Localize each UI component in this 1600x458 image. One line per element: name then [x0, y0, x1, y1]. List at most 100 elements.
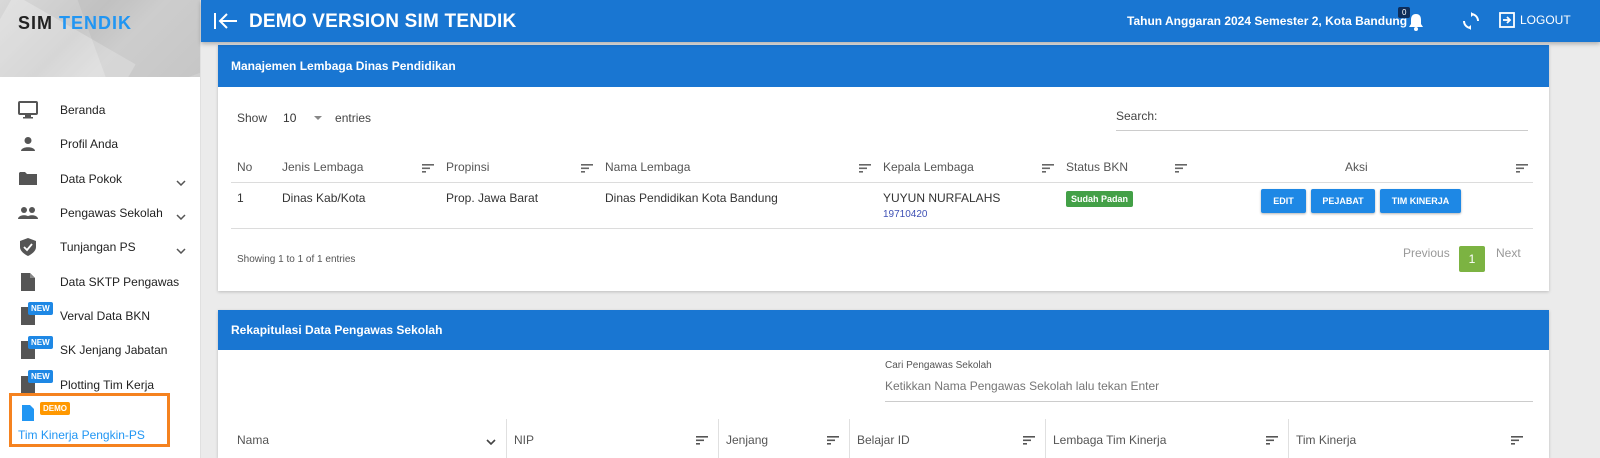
new-badge: NEW [28, 370, 53, 384]
pagination-previous[interactable]: Previous [1403, 246, 1450, 260]
column-header-nama[interactable]: Nama [231, 419, 507, 458]
sidebar-item-data-sktp[interactable]: Data SKTP Pengawas [0, 264, 200, 298]
sync-icon[interactable] [1463, 12, 1479, 35]
sort-icon[interactable] [1175, 162, 1187, 176]
cell-propinsi: Prop. Jawa Barat [446, 191, 539, 205]
column-label: Tim Kinerja [1296, 433, 1357, 447]
table-search: Search: [1116, 109, 1528, 131]
sidebar-item-tim-kinerja-active[interactable]: DEMO Tim Kinerja Pengkin-PS [9, 393, 170, 447]
cell-kepala-nip[interactable]: 19710420 [883, 209, 928, 220]
page-title: DEMO VERSION SIM TENDIK [249, 11, 517, 32]
table-info: Showing 1 to 1 of 1 entries [237, 254, 356, 265]
brand-logo[interactable]: SIM TENDIK [18, 13, 132, 34]
caret-down-icon [314, 116, 323, 120]
top-bar: DEMO VERSION SIM TENDIK Tahun Anggaran 2… [201, 0, 1600, 42]
column-header-lembaga-tim-kinerja[interactable]: Lembaga Tim Kinerja [1047, 419, 1289, 458]
sidebar-item-tunjangan-ps[interactable]: Tunjangan PS [0, 230, 200, 264]
pengawas-table-header: Nama NIP Jenjang Belajar ID Lembaga Tim … [231, 419, 1533, 458]
period-info: Tahun Anggaran 2024 Semester 2, Kota Ban… [1127, 14, 1408, 28]
search-label: Search: [1116, 109, 1158, 123]
notification-button[interactable]: 0 [1398, 7, 1424, 36]
sort-icon[interactable] [696, 434, 708, 448]
sidebar-item-data-pokok[interactable]: Data Pokok [0, 162, 200, 196]
sort-icon[interactable] [422, 162, 434, 176]
panel-title: Manajemen Lembaga Dinas Pendidikan [218, 45, 1549, 87]
entries-select[interactable]: 10 [283, 111, 323, 125]
document-icon [18, 272, 38, 292]
cell-jenis-lembaga: Dinas Kab/Kota [282, 191, 366, 205]
folder-icon [18, 169, 38, 189]
bell-icon [1409, 14, 1423, 31]
pagination-page-1[interactable]: 1 [1459, 246, 1485, 272]
edit-button[interactable]: EDIT [1261, 189, 1306, 213]
column-label: Lembaga Tim Kinerja [1053, 433, 1167, 447]
tim-kinerja-button[interactable]: TIM KINERJA [1380, 189, 1461, 213]
column-header-jenis-lembaga[interactable]: Jenis Lembaga [282, 160, 363, 174]
cell-nama-lembaga: Dinas Pendidikan Kota Bandung [605, 191, 778, 205]
sidebar-item-pengawas-sekolah[interactable]: Pengawas Sekolah [0, 196, 200, 230]
sidebar-item-beranda[interactable]: Beranda [0, 93, 200, 127]
sidebar: SIM TENDIK Beranda Profil Anda Data Poko… [0, 0, 201, 458]
sidebar-item-sk-jenjang[interactable]: NEW SK Jenjang Jabatan [0, 333, 200, 367]
brand-banner: SIM TENDIK [0, 0, 200, 77]
column-header-belajar-id[interactable]: Belajar ID [851, 419, 1046, 458]
pagination-next[interactable]: Next [1496, 246, 1521, 260]
column-label: Jenjang [726, 433, 769, 447]
sort-icon[interactable] [1511, 434, 1523, 448]
status-badge: Sudah Padan [1066, 191, 1134, 207]
logout-button[interactable]: LOGOUT [1499, 12, 1571, 28]
cell-kepala-lembaga: YUYUN NURFALAHS [883, 191, 1001, 205]
sidebar-item-label: Beranda [60, 103, 106, 118]
search-input[interactable] [1176, 109, 1516, 129]
chevron-down-icon[interactable] [486, 434, 496, 448]
cell-no: 1 [237, 191, 244, 205]
column-header-tim-kinerja[interactable]: Tim Kinerja [1290, 419, 1533, 458]
panel-title: Rekapitulasi Data Pengawas Sekolah [218, 310, 1549, 350]
table-header: No Jenis Lembaga Propinsi Nama Lembaga K… [231, 157, 1533, 183]
column-label: NIP [514, 433, 535, 447]
sort-icon[interactable] [1516, 162, 1528, 176]
column-header-propinsi[interactable]: Propinsi [446, 160, 489, 174]
chevron-down-icon[interactable] [176, 241, 186, 259]
sidebar-item-label: SK Jenjang Jabatan [60, 343, 168, 358]
sort-icon[interactable] [827, 434, 839, 448]
brand-part1: SIM [18, 13, 54, 33]
new-badge: NEW [28, 301, 53, 315]
column-header-no[interactable]: No [237, 160, 252, 174]
sidebar-item-profil[interactable]: Profil Anda [0, 127, 200, 161]
sidebar-item-label: Plotting Tim Kerja [60, 377, 155, 392]
column-header-kepala-lembaga[interactable]: Kepala Lembaga [883, 160, 974, 174]
sort-icon[interactable] [1266, 434, 1278, 448]
show-label: Show [237, 111, 268, 125]
panel-rekap-pengawas: Rekapitulasi Data Pengawas Sekolah Cari … [218, 310, 1549, 458]
pengawas-search-input[interactable] [885, 374, 1533, 398]
sidebar-item-verval-bkn[interactable]: NEW Verval Data BKN [0, 299, 200, 333]
sort-icon[interactable] [1042, 162, 1054, 176]
column-header-jenjang[interactable]: Jenjang [720, 419, 850, 458]
column-header-status-bkn[interactable]: Status BKN [1066, 160, 1128, 174]
entries-value: 10 [283, 111, 297, 125]
column-label: Belajar ID [857, 433, 910, 447]
demo-badge: DEMO [40, 402, 70, 415]
column-header-aksi[interactable]: Aksi [1345, 160, 1368, 174]
sidebar-item-label: Verval Data BKN [60, 308, 151, 323]
sidebar-item-label: Tunjangan PS [60, 240, 136, 255]
column-header-nama-lembaga[interactable]: Nama Lembaga [605, 160, 690, 174]
collapse-sidebar-icon[interactable] [213, 10, 239, 32]
panel-manajemen-lembaga: Manajemen Lembaga Dinas Pendidikan Show … [218, 45, 1549, 291]
column-header-nip[interactable]: NIP [508, 419, 719, 458]
pejabat-button[interactable]: PEJABAT [1311, 189, 1375, 213]
sidebar-item-label: Tim Kinerja Pengkin-PS [18, 428, 145, 442]
chevron-down-icon[interactable] [176, 173, 186, 191]
table-row: 1 Dinas Kab/Kota Prop. Jawa Barat Dinas … [231, 183, 1533, 229]
sidebar-item-label: Data SKTP Pengawas [60, 274, 180, 289]
sort-icon[interactable] [581, 162, 593, 176]
pengawas-search-label: Cari Pengawas Sekolah [885, 360, 992, 371]
sort-icon[interactable] [859, 162, 871, 176]
sidebar-item-label: Pengawas Sekolah [60, 206, 163, 221]
sidebar-menu: Beranda Profil Anda Data Pokok Pengawas … [0, 93, 200, 402]
chevron-down-icon[interactable] [176, 207, 186, 225]
entries-label: entries [335, 111, 372, 125]
sort-icon[interactable] [1023, 434, 1035, 448]
notification-count-badge: 0 [1398, 7, 1411, 18]
